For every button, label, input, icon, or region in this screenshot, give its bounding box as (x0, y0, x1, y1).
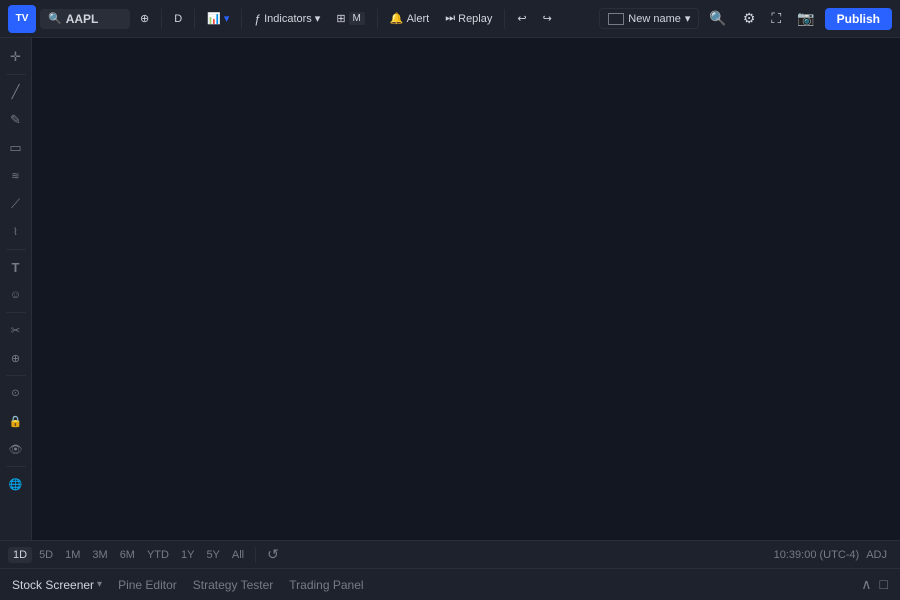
layout-icon: ⊞ (336, 12, 345, 25)
layout-preview (608, 13, 624, 25)
chevron-icon: ▾ (97, 579, 102, 590)
alert-icon: 🔔 (390, 12, 404, 25)
separator (6, 74, 26, 75)
lock-tool[interactable]: 🔒 (3, 408, 29, 434)
tf-1d[interactable]: 1D (8, 547, 32, 563)
panel-expand-button[interactable]: □ (880, 576, 888, 593)
panel-stock-screener[interactable]: Stock Screener ▾ (12, 578, 102, 592)
strategy-tester-label: Strategy Tester (193, 578, 273, 592)
fibonacci-tool[interactable]: ≋ (3, 163, 29, 189)
brush-tool[interactable]: ⌇ (3, 219, 29, 245)
tf-1m[interactable]: 1M (60, 547, 85, 563)
timeframe-bar: 1D 5D 1M 3M 6M YTD 1Y 5Y All ↺ 10:39:00 … (0, 540, 900, 568)
alert-button[interactable]: 🔔 Alert (384, 9, 435, 28)
bottom-section (32, 38, 900, 540)
panel-trading-panel[interactable]: Trading Panel (289, 578, 363, 592)
indicators-button[interactable]: ƒ Indicators ▾ (248, 9, 326, 29)
settings-button[interactable]: ⚙ (737, 7, 762, 30)
zoom-tool[interactable]: ⊕ (3, 345, 29, 371)
indicators-label: Indicators (264, 13, 312, 25)
tf-ytd[interactable]: YTD (142, 547, 174, 563)
interval-selector[interactable]: D (168, 10, 188, 28)
chart-type-icon: 📊 (207, 12, 221, 25)
trading-panel-label: Trading Panel (289, 578, 363, 592)
panel-pine-editor[interactable]: Pine Editor (118, 578, 177, 592)
tf-all[interactable]: All (227, 547, 249, 563)
tf-3m[interactable]: 3M (87, 547, 112, 563)
eye-tool[interactable]: 👁 (3, 436, 29, 462)
separator (377, 9, 378, 29)
separator (6, 312, 26, 313)
symbol-search[interactable]: 🔍 AAPL (40, 9, 130, 29)
separator (6, 375, 26, 376)
replay-button[interactable]: ⏭ Replay (439, 9, 498, 28)
publish-button[interactable]: Publish (825, 8, 892, 30)
search-icon: 🔍 (48, 12, 62, 25)
separator (255, 547, 256, 563)
top-toolbar: TV 🔍 AAPL ⊕ D 📊 ▾ ƒ Indicators ▾ ⊞ M 🔔 A… (0, 0, 900, 38)
replay-icon: ⏭ (445, 12, 455, 25)
separator (6, 249, 26, 250)
add-symbol-button[interactable]: ⊕ (134, 9, 155, 28)
channel-tool[interactable]: ⟋ (3, 191, 29, 217)
pencil-tool[interactable]: ✎ (3, 107, 29, 133)
separator (161, 9, 162, 29)
panel-controls: ∧ □ (861, 576, 888, 593)
zoom-button[interactable]: 🔍 (703, 7, 732, 30)
chevron-down-icon: ▾ (685, 12, 691, 25)
panel-collapse-button[interactable]: ∧ (861, 576, 871, 593)
layout-badge: M (349, 12, 365, 25)
alert-label: Alert (407, 13, 430, 25)
fullscreen-button[interactable]: ⛶ (765, 7, 787, 30)
redo-button[interactable]: ↪ (537, 9, 558, 28)
time-display: 10:39:00 (UTC-4) (774, 549, 860, 561)
adj-button[interactable]: ADJ (861, 547, 892, 563)
stock-screener-label: Stock Screener (12, 578, 94, 592)
main-content: ✛ ╱ ✎ ▭ ≋ ⟋ ⌇ T ☺ ✂ ⊕ ⊙ 🔒 👁 🌐 (0, 38, 900, 540)
snapshot-button[interactable]: 📷 (791, 7, 820, 30)
tv-logo[interactable]: TV (8, 5, 36, 33)
tf-6m[interactable]: 6M (115, 547, 140, 563)
pine-editor-label: Pine Editor (118, 578, 177, 592)
separator (6, 466, 26, 467)
layout-button[interactable]: ⊞ M (330, 9, 371, 28)
new-name-button[interactable]: New name ▾ (599, 8, 699, 29)
indicators-chevron: ▾ (315, 12, 321, 25)
panel-bar: Stock Screener ▾ Pine Editor Strategy Te… (0, 568, 900, 600)
tf-1y[interactable]: 1Y (176, 547, 199, 563)
interval-label: D (174, 13, 182, 25)
chart-type-button[interactable]: 📊 ▾ (201, 9, 235, 28)
panel-strategy-tester[interactable]: Strategy Tester (193, 578, 273, 592)
emoji-tool[interactable]: ☺ (3, 282, 29, 308)
replay-label: Replay (458, 13, 492, 25)
chart-type-chevron: ▾ (224, 12, 230, 25)
app: TV 🔍 AAPL ⊕ D 📊 ▾ ƒ Indicators ▾ ⊞ M 🔔 A… (0, 0, 900, 600)
globe-tool[interactable]: 🌐 (3, 471, 29, 497)
separator (241, 9, 242, 29)
magnet-tool[interactable]: ⊙ (3, 380, 29, 406)
text-tool[interactable]: T (3, 254, 29, 280)
separator (504, 9, 505, 29)
symbol-ticker[interactable]: AAPL (66, 12, 99, 26)
new-name-label: New name (628, 13, 681, 25)
separator (194, 9, 195, 29)
left-toolbar: ✛ ╱ ✎ ▭ ≋ ⟋ ⌇ T ☺ ✂ ⊕ ⊙ 🔒 👁 🌐 (0, 38, 32, 540)
crosshair-tool[interactable]: ✛ (3, 44, 29, 70)
tf-5y[interactable]: 5Y (201, 547, 224, 563)
undo-button[interactable]: ↩ (511, 9, 532, 28)
tf-5d[interactable]: 5D (34, 547, 58, 563)
draw-line-tool[interactable]: ╱ (3, 79, 29, 105)
measure-tool[interactable]: ✂ (3, 317, 29, 343)
shapes-tool[interactable]: ▭ (3, 135, 29, 161)
indicators-icon: ƒ (254, 12, 261, 26)
replay-tf-button[interactable]: ↺ (262, 544, 284, 565)
